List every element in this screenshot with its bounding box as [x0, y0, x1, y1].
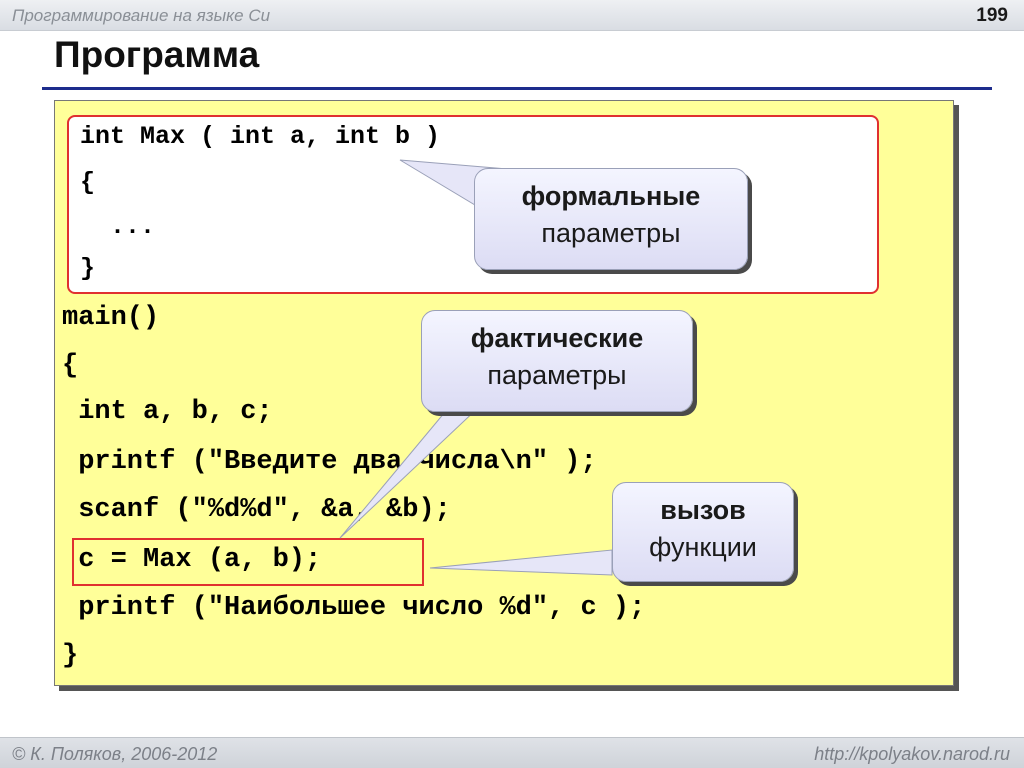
formal-params-callout: формальные параметры: [474, 168, 748, 270]
actual-callout-text: параметры: [487, 360, 627, 390]
copyright-text: © К. Поляков, 2006-2012: [12, 744, 218, 764]
function-call-callout: вызов функции: [612, 482, 794, 582]
actual-callout-bold: фактические: [470, 323, 644, 353]
formal-callout-text: параметры: [541, 218, 681, 248]
actual-params-pointer: [339, 405, 482, 539]
footer-bar: © К. Поляков, 2006-2012 http://kpolyakov…: [0, 737, 1024, 768]
formal-callout-bold: формальные: [521, 181, 701, 211]
call-callout-text: функции: [649, 532, 757, 562]
site-link[interactable]: http://kpolyakov.narod.ru: [814, 744, 1010, 765]
actual-params-callout: фактические параметры: [421, 310, 693, 412]
call-pointer: [429, 549, 613, 576]
call-callout-bold: вызов: [660, 495, 746, 525]
